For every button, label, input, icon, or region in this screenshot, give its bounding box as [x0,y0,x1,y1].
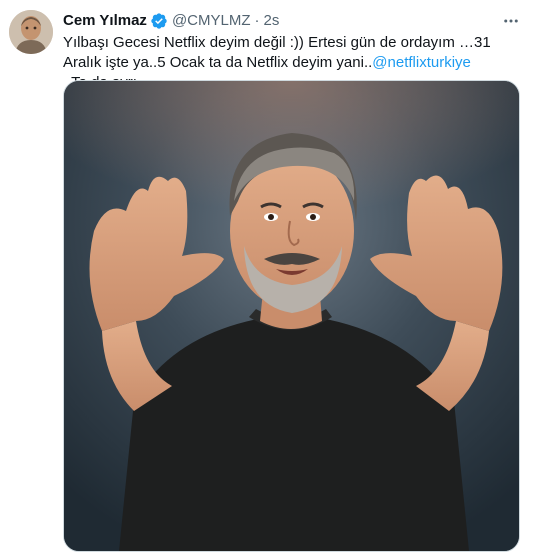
tweet[interactable]: Cem Yılmaz @CMYLMZ · 2s Yılbaşı Gecesi N… [0,0,541,552]
mention-link[interactable]: @netflixturkiye [372,54,471,71]
avatar[interactable] [9,10,53,54]
separator-dot: · [254,12,260,29]
verified-badge-icon [150,12,168,30]
timestamp[interactable]: 2s [264,11,280,31]
author-name[interactable]: Cem Yılmaz [63,11,147,31]
more-horizontal-icon[interactable] [497,9,525,33]
author-handle[interactable]: @CMYLMZ [172,11,251,31]
tweet-photo[interactable] [63,80,520,552]
tweet-header: Cem Yılmaz @CMYLMZ · 2s [63,11,279,31]
photo-illustration [64,81,519,551]
